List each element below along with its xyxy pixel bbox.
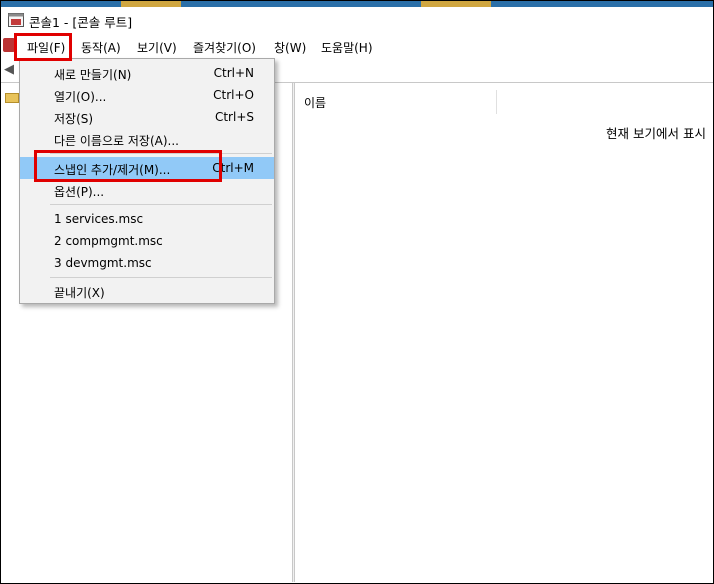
annotation-box-file-menu [14, 33, 72, 61]
mmc-console-icon [8, 13, 24, 27]
menu-help[interactable]: 도움말(H) [321, 39, 373, 56]
menu-item-recent-3[interactable]: 3 devmgmt.msc [20, 252, 274, 274]
menu-window[interactable]: 창(W) [274, 39, 306, 56]
menu-action[interactable]: 동작(A) [81, 39, 121, 56]
name-column-header[interactable]: 이름 [297, 90, 497, 112]
column-separator[interactable] [496, 90, 497, 114]
menu-item-recent-1[interactable]: 1 services.msc [20, 208, 274, 230]
annotation-box-snapin [34, 150, 222, 182]
menu-item-recent-2[interactable]: 2 compmgmt.msc [20, 230, 274, 252]
menu-item-save[interactable]: 저장(S) Ctrl+S [20, 106, 274, 128]
menu-separator [50, 277, 272, 278]
menu-item-open[interactable]: 열기(O)... Ctrl+O [20, 84, 274, 106]
menu-item-new[interactable]: 새로 만들기(N) Ctrl+N [20, 62, 274, 84]
title-bar: 콘솔1 - [콘솔 루트] [1, 7, 713, 33]
empty-view-message: 현재 보기에서 표시 [606, 126, 706, 141]
menu-item-save-as[interactable]: 다른 이름으로 저장(A)... [20, 128, 274, 150]
name-column-label: 이름 [304, 96, 327, 110]
menu-item-options[interactable]: 옵션(P)... [20, 179, 274, 201]
result-pane [295, 83, 713, 582]
folder-icon [5, 93, 19, 103]
menu-bar: 파일(F) 동작(A) 보기(V) 즐겨찾기(O) 창(W) 도움말(H) [1, 34, 713, 58]
menu-item-exit[interactable]: 끝내기(X) [20, 280, 274, 302]
back-arrow-icon[interactable]: ◀ [4, 63, 16, 77]
menu-favorites[interactable]: 즐겨찾기(O) [193, 39, 256, 56]
menu-view[interactable]: 보기(V) [137, 39, 177, 56]
menu-separator [50, 204, 272, 205]
window-title: 콘솔1 - [콘솔 루트] [29, 15, 133, 30]
